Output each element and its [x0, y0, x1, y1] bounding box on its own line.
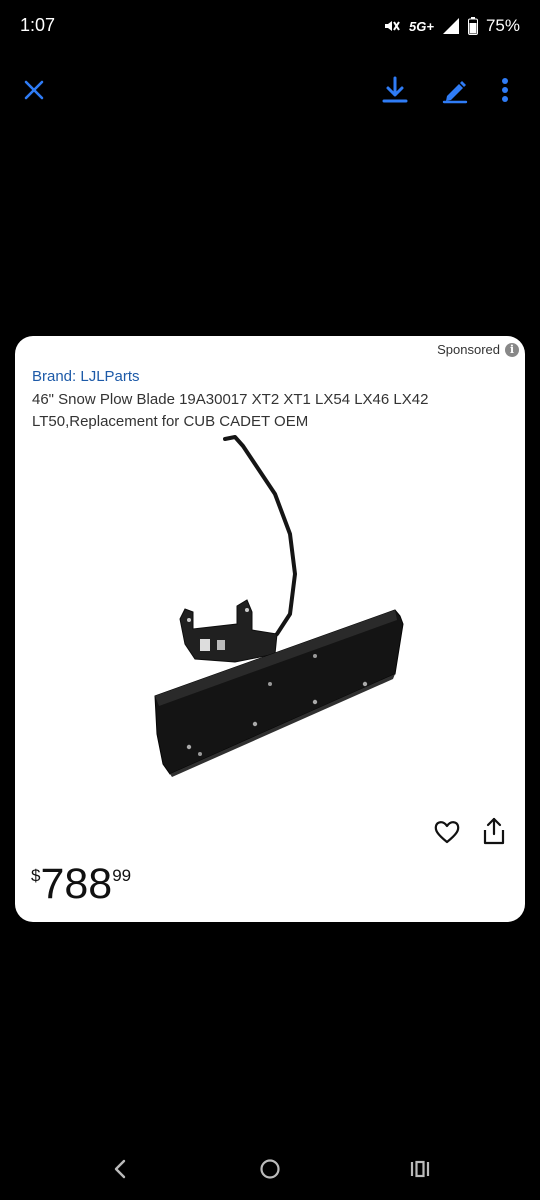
network-type: 5G+	[409, 18, 434, 34]
more-options-button[interactable]	[485, 70, 525, 110]
share-icon	[483, 817, 505, 845]
more-vert-icon	[502, 78, 508, 102]
recents-icon	[410, 1160, 430, 1178]
battery-percent: 75%	[485, 16, 520, 35]
heart-icon	[434, 821, 460, 844]
status-icons: 5G+ 75%	[381, 14, 520, 38]
mute-icon	[381, 16, 401, 36]
signal-icon	[442, 17, 460, 35]
home-button[interactable]	[255, 1154, 285, 1184]
plow-handle	[223, 435, 297, 646]
brand-link[interactable]: Brand: LJLParts	[32, 368, 140, 385]
plow-bracket	[179, 599, 278, 663]
battery-icon	[467, 17, 478, 35]
back-icon	[114, 1159, 126, 1179]
edit-icon	[442, 81, 468, 104]
viewer-toolbar	[0, 60, 540, 116]
sponsored-text: Sponsored	[437, 342, 500, 357]
download-button[interactable]	[375, 70, 415, 110]
product-image[interactable]	[125, 434, 425, 779]
favorite-button[interactable]	[433, 818, 461, 846]
home-icon	[260, 1159, 280, 1179]
status-bar: 1:07 5G+ 75%	[0, 0, 540, 52]
download-icon	[382, 76, 408, 103]
back-button[interactable]	[105, 1154, 135, 1184]
product-title[interactable]: 46" Snow Plow Blade 19A30017 XT2 XT1 LX5…	[32, 389, 512, 433]
status-time: 1:07	[20, 15, 56, 35]
edit-button[interactable]	[435, 70, 475, 110]
price-currency: $	[31, 866, 41, 885]
sponsored-product-card[interactable]: Sponsored i Brand: LJLParts 46" Snow Plo…	[15, 336, 525, 922]
product-price: $ 788 99	[31, 858, 131, 910]
close-button[interactable]	[14, 70, 54, 110]
share-button[interactable]	[480, 816, 508, 846]
price-dollars: 788	[40, 860, 113, 908]
recents-button[interactable]	[405, 1154, 435, 1184]
price-cents: 99	[112, 866, 132, 885]
system-navigation-bar	[0, 1140, 540, 1200]
sponsored-label: Sponsored i	[437, 342, 519, 357]
info-icon[interactable]: i	[505, 342, 519, 357]
close-icon	[24, 80, 44, 100]
